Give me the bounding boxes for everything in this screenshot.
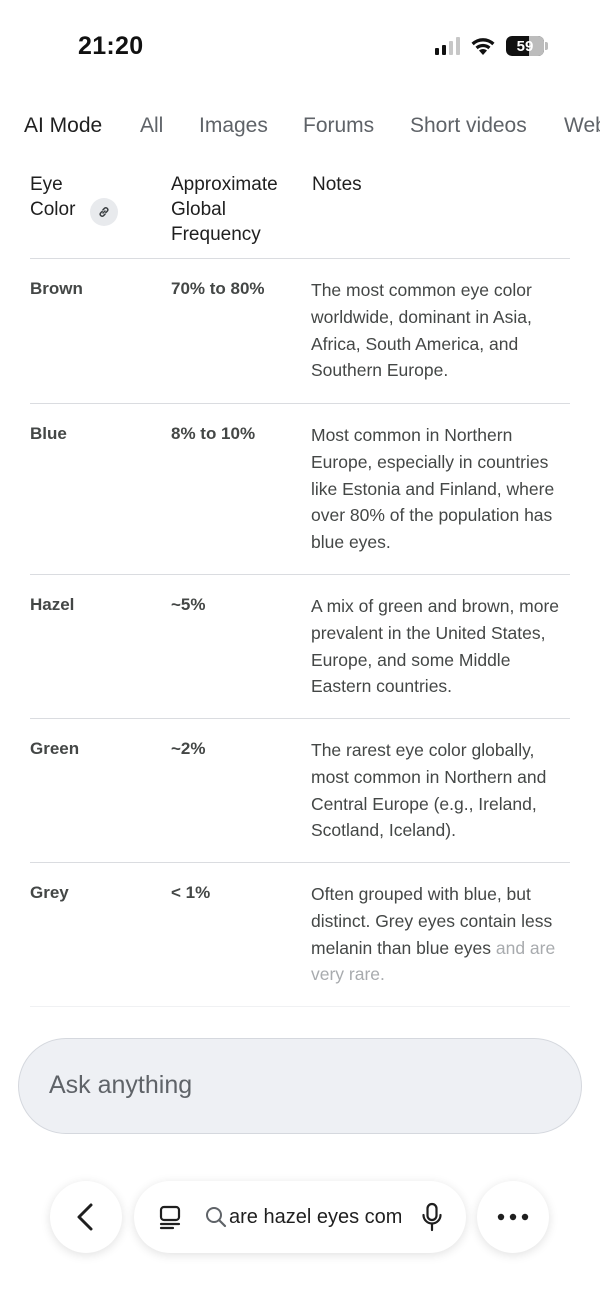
more-button[interactable] bbox=[477, 1181, 549, 1253]
address-bar-query: are hazel eyes common bbox=[229, 1206, 401, 1228]
cell-eye-color: Grey bbox=[30, 883, 69, 902]
table-row: Hazel ~5% A mix of green and brown, more… bbox=[30, 575, 570, 719]
cellular-signal-icon bbox=[435, 37, 460, 55]
cell-notes: The most common eye color worldwide, dom… bbox=[311, 280, 532, 381]
search-icon bbox=[204, 1205, 228, 1229]
table-row: Blue 8% to 10% Most common in Northern E… bbox=[30, 404, 570, 575]
cell-notes: Most common in Northern Europe, especial… bbox=[311, 425, 555, 553]
eye-color-table: Eye Color Approximate Global Frequency N… bbox=[30, 160, 570, 1007]
table-row: Grey < 1% Often grouped with blue, but d… bbox=[30, 863, 570, 1007]
tab-short-videos[interactable]: Short videos bbox=[410, 114, 527, 138]
cell-notes: Often grouped with blue, but distinct. G… bbox=[311, 881, 573, 988]
tab-ai-mode[interactable]: AI Mode bbox=[24, 114, 102, 138]
back-button[interactable] bbox=[50, 1181, 122, 1253]
table-row: Brown 70% to 80% The most common eye col… bbox=[30, 259, 570, 404]
status-icons: 59 bbox=[435, 36, 548, 56]
cell-eye-color: Blue bbox=[30, 424, 67, 443]
header-frequency: Approximate Global Frequency bbox=[171, 174, 278, 245]
cell-frequency: ~2% bbox=[171, 739, 206, 758]
ask-placeholder: Ask anything bbox=[49, 1071, 193, 1099]
ask-input[interactable]: Ask anything bbox=[18, 1038, 582, 1134]
cell-eye-color: Brown bbox=[30, 279, 83, 298]
cell-frequency: 8% to 10% bbox=[171, 424, 256, 443]
tab-all[interactable]: All bbox=[140, 114, 163, 138]
chevron-left-icon bbox=[77, 1203, 93, 1231]
wifi-icon bbox=[471, 38, 495, 55]
header-notes: Notes bbox=[312, 174, 362, 195]
cell-eye-color: Green bbox=[30, 739, 80, 758]
table-header: Eye Color Approximate Global Frequency N… bbox=[30, 160, 570, 259]
header-eye-color: Eye Color bbox=[30, 172, 150, 226]
status-time: 21:20 bbox=[78, 32, 144, 60]
header-eye-color-label: Eye Color bbox=[30, 174, 76, 220]
cell-frequency: < 1% bbox=[171, 883, 211, 902]
status-bar: 21:20 59 bbox=[0, 0, 600, 96]
tabs-icon[interactable] bbox=[156, 1203, 184, 1231]
cell-frequency: 70% to 80% bbox=[171, 279, 265, 298]
cell-notes: A mix of green and brown, more prevalent… bbox=[311, 596, 560, 697]
cell-eye-color: Hazel bbox=[30, 595, 75, 614]
search-tabs: AI Mode All Images Forums Short videos W… bbox=[0, 110, 600, 150]
address-bar[interactable]: are hazel eyes common bbox=[134, 1181, 466, 1253]
cell-notes: The rarest eye color globally, most comm… bbox=[311, 740, 547, 841]
more-horizontal-icon bbox=[497, 1213, 529, 1221]
tab-forums[interactable]: Forums bbox=[303, 114, 374, 138]
link-icon[interactable] bbox=[90, 198, 118, 226]
battery-icon: 59 bbox=[506, 36, 544, 56]
tab-web[interactable]: Web bbox=[564, 114, 600, 138]
tab-images[interactable]: Images bbox=[199, 114, 268, 138]
battery-level: 59 bbox=[516, 37, 534, 55]
mic-icon[interactable] bbox=[420, 1202, 444, 1232]
cell-frequency: ~5% bbox=[171, 595, 206, 614]
table-row: Green ~2% The rarest eye color globally,… bbox=[30, 719, 570, 863]
